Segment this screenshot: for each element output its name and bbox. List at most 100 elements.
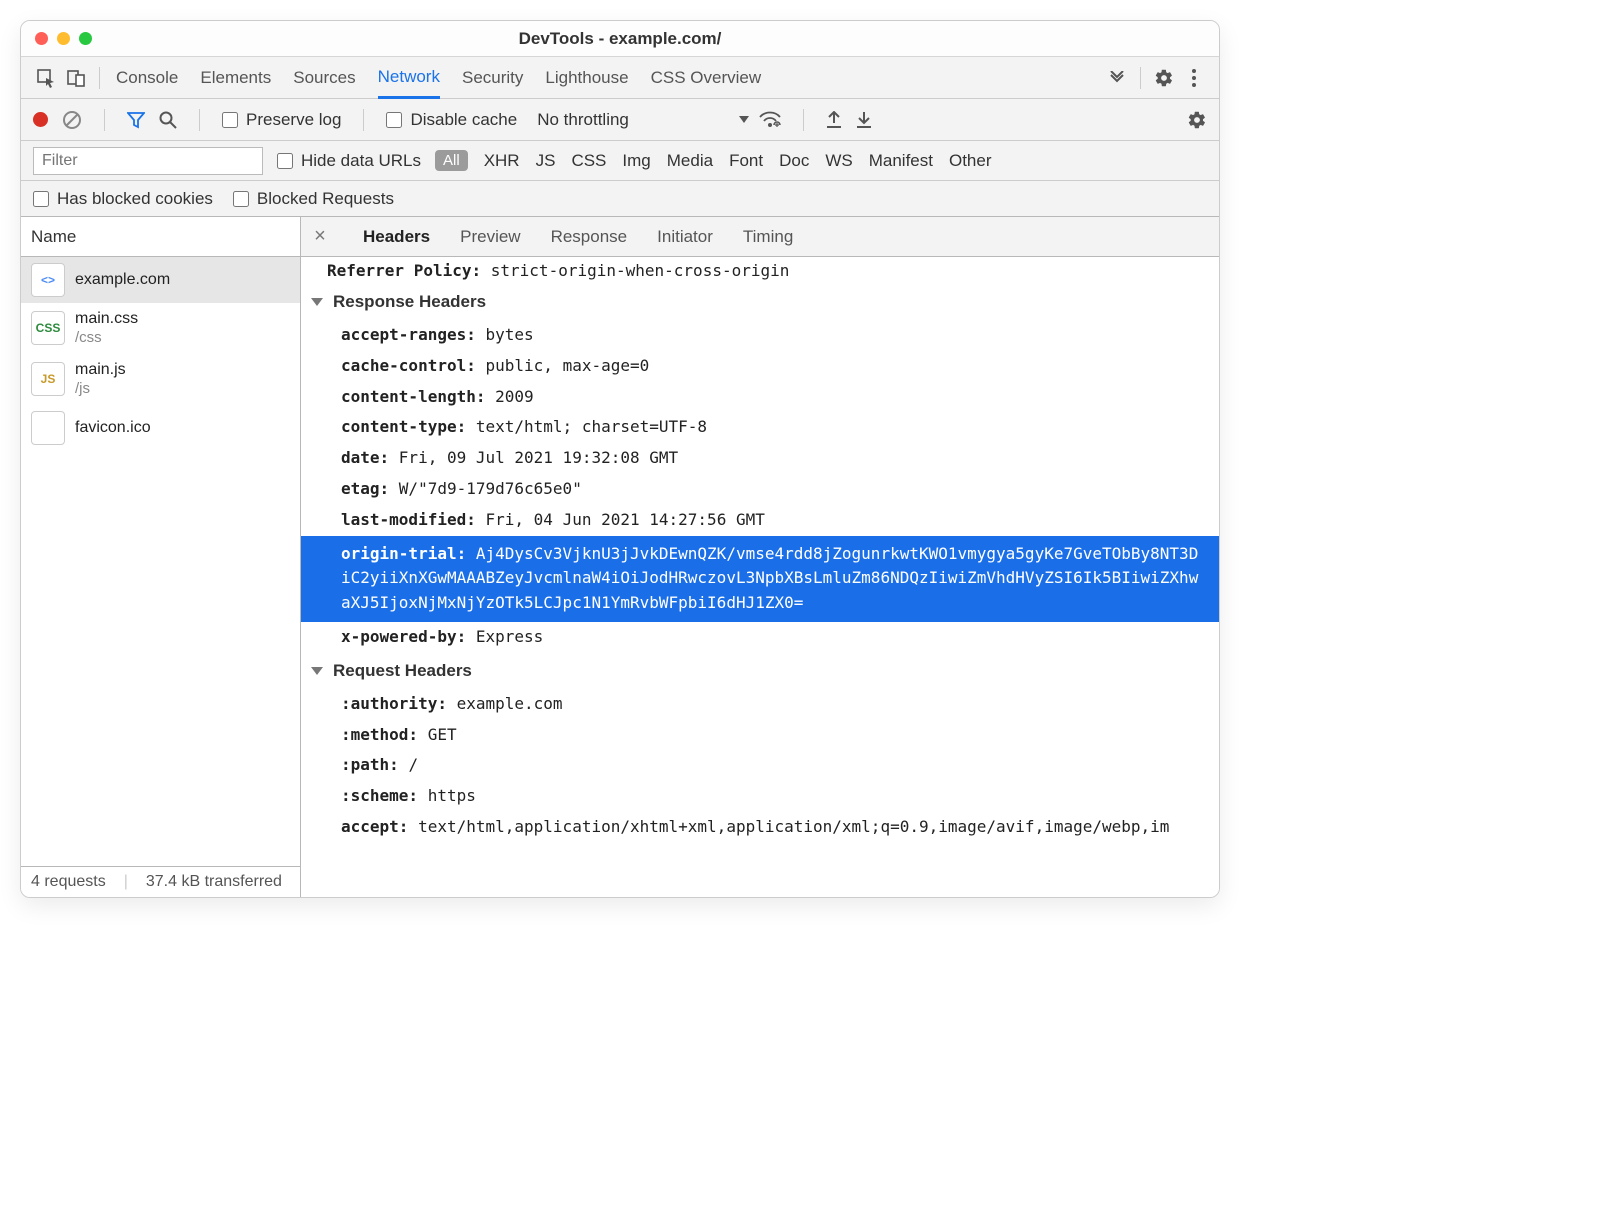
details-tab-headers[interactable]: Headers — [359, 227, 434, 247]
close-details-icon[interactable]: × — [307, 225, 333, 248]
tab-css-overview[interactable]: CSS Overview — [651, 57, 762, 98]
toolbar-divider — [1140, 67, 1141, 89]
more-tabs-icon[interactable] — [1102, 71, 1132, 85]
request-headers-toggle[interactable]: Request Headers — [301, 653, 1219, 689]
tab-console[interactable]: Console — [116, 57, 178, 98]
header-value: 2009 — [495, 387, 534, 406]
filter-chip-font[interactable]: Font — [729, 151, 763, 171]
hide-data-urls-input[interactable] — [277, 153, 293, 169]
header-name: date: — [341, 448, 399, 467]
disable-cache-checkbox[interactable]: Disable cache — [386, 110, 517, 130]
request-row[interactable]: <>example.com — [21, 257, 300, 303]
header-value: Fri, 04 Jun 2021 14:27:56 GMT — [486, 510, 765, 529]
has-blocked-cookies-label: Has blocked cookies — [57, 189, 213, 209]
has-blocked-cookies-checkbox[interactable]: Has blocked cookies — [33, 189, 213, 209]
header-row[interactable]: origin-trial: Aj4DysCv3VjknU3jJvkDEwnQZK… — [301, 536, 1219, 622]
import-har-icon[interactable] — [826, 111, 842, 129]
header-row[interactable]: cache-control: public, max-age=0 — [301, 351, 1219, 382]
filter-chip-doc[interactable]: Doc — [779, 151, 809, 171]
request-row[interactable]: JSmain.js/js — [21, 354, 300, 405]
response-headers-toggle[interactable]: Response Headers — [301, 284, 1219, 320]
blocked-requests-input[interactable] — [233, 191, 249, 207]
network-conditions-icon[interactable] — [759, 111, 781, 129]
settings-icon[interactable] — [1149, 68, 1179, 88]
request-headers-title: Request Headers — [333, 661, 472, 681]
filter-chip-ws[interactable]: WS — [825, 151, 852, 171]
status-requests: 4 requests — [31, 873, 106, 891]
header-row[interactable]: :path: / — [301, 750, 1219, 781]
tab-network[interactable]: Network — [378, 57, 440, 99]
tab-lighthouse[interactable]: Lighthouse — [545, 57, 628, 98]
request-name: favicon.ico — [75, 418, 151, 438]
header-row[interactable]: content-length: 2009 — [301, 382, 1219, 413]
minimize-window-button[interactable] — [57, 32, 70, 45]
filter-toggle-icon[interactable] — [127, 111, 145, 129]
header-row[interactable]: etag: W/"7d9-179d76c65e0" — [301, 474, 1219, 505]
toolbar-divider — [99, 67, 100, 89]
header-row[interactable]: x-powered-by: Express — [301, 622, 1219, 653]
filter-input[interactable] — [33, 147, 263, 175]
details-tab-initiator[interactable]: Initiator — [653, 227, 717, 247]
filter-chip-img[interactable]: Img — [622, 151, 650, 171]
filter-chip-xhr[interactable]: XHR — [484, 151, 520, 171]
header-row[interactable]: accept: text/html,application/xhtml+xml,… — [301, 812, 1219, 843]
filter-chip-manifest[interactable]: Manifest — [869, 151, 933, 171]
request-list-header[interactable]: Name — [21, 217, 300, 257]
header-name: origin-trial: — [341, 544, 476, 563]
file-type-icon: JS — [31, 362, 65, 396]
preserve-log-input[interactable] — [222, 112, 238, 128]
device-toggle-icon[interactable] — [61, 68, 91, 88]
tab-sources[interactable]: Sources — [293, 57, 355, 98]
filter-chip-media[interactable]: Media — [667, 151, 713, 171]
preserve-log-checkbox[interactable]: Preserve log — [222, 110, 341, 130]
close-window-button[interactable] — [35, 32, 48, 45]
header-name: content-length: — [341, 387, 495, 406]
has-blocked-cookies-input[interactable] — [33, 191, 49, 207]
general-referrer-policy-row: Referrer Policy: strict-origin-when-cros… — [301, 257, 1219, 284]
header-row[interactable]: accept-ranges: bytes — [301, 320, 1219, 351]
details-tab-response[interactable]: Response — [547, 227, 632, 247]
search-icon[interactable] — [159, 111, 177, 129]
kebab-menu-icon[interactable] — [1179, 68, 1209, 88]
header-value: Express — [476, 627, 543, 646]
header-row[interactable]: content-type: text/html; charset=UTF-8 — [301, 412, 1219, 443]
filter-chip-all[interactable]: All — [435, 150, 468, 171]
tab-security[interactable]: Security — [462, 57, 523, 98]
referrer-policy-label: Referrer Policy: — [327, 261, 481, 280]
disable-cache-input[interactable] — [386, 112, 402, 128]
throttling-select[interactable]: No throttling — [537, 110, 781, 130]
filter-chip-js[interactable]: JS — [536, 151, 556, 171]
header-row[interactable]: :authority: example.com — [301, 689, 1219, 720]
preserve-log-label: Preserve log — [246, 110, 341, 130]
details-tab-timing[interactable]: Timing — [739, 227, 797, 247]
filter-chip-other[interactable]: Other — [949, 151, 992, 171]
details-tab-preview[interactable]: Preview — [456, 227, 524, 247]
window-titlebar: DevTools - example.com/ — [21, 21, 1219, 57]
maximize-window-button[interactable] — [79, 32, 92, 45]
export-har-icon[interactable] — [856, 111, 872, 129]
column-header-name: Name — [31, 227, 76, 247]
request-row[interactable]: CSSmain.css/css — [21, 303, 300, 354]
header-value: public, max-age=0 — [486, 356, 650, 375]
header-row[interactable]: :scheme: https — [301, 781, 1219, 812]
header-name: cache-control: — [341, 356, 486, 375]
header-value: text/html,application/xhtml+xml,applicat… — [418, 817, 1169, 836]
clear-button[interactable] — [62, 110, 82, 130]
header-row[interactable]: date: Fri, 09 Jul 2021 19:32:08 GMT — [301, 443, 1219, 474]
header-name: :authority: — [341, 694, 457, 713]
header-name: :scheme: — [341, 786, 428, 805]
response-headers-title: Response Headers — [333, 292, 486, 312]
inspect-element-icon[interactable] — [31, 68, 61, 88]
window-title: DevTools - example.com/ — [21, 29, 1219, 49]
file-type-icon — [31, 411, 65, 445]
record-button[interactable] — [33, 112, 48, 127]
blocked-requests-checkbox[interactable]: Blocked Requests — [233, 189, 394, 209]
header-row[interactable]: :method: GET — [301, 720, 1219, 751]
header-value: W/"7d9-179d76c65e0" — [399, 479, 582, 498]
header-row[interactable]: last-modified: Fri, 04 Jun 2021 14:27:56… — [301, 505, 1219, 536]
hide-data-urls-checkbox[interactable]: Hide data URLs — [277, 151, 421, 171]
network-settings-icon[interactable] — [1187, 110, 1207, 130]
request-row[interactable]: favicon.ico — [21, 405, 300, 451]
filter-chip-css[interactable]: CSS — [571, 151, 606, 171]
tab-elements[interactable]: Elements — [200, 57, 271, 98]
